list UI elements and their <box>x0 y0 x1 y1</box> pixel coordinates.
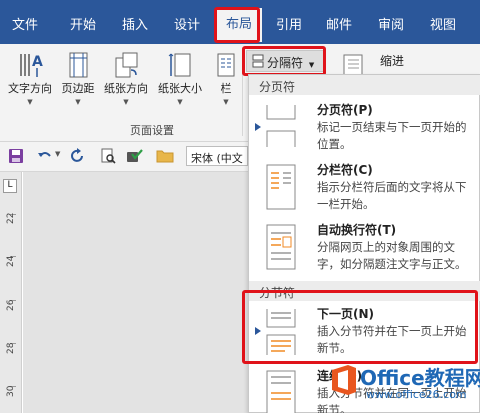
tab-mailings[interactable]: 邮件 <box>326 14 352 33</box>
size-button[interactable]: 纸张大小 ▼ <box>154 50 206 106</box>
tab-home[interactable]: 开始 <box>70 14 96 33</box>
arrow-marker-icon <box>255 327 261 335</box>
vertical-ruler <box>0 172 22 413</box>
section-header-section-breaks: 分节符 <box>249 281 480 301</box>
breaks-button[interactable]: 分隔符 ▼ <box>246 50 324 72</box>
continuous-break-icon <box>266 370 296 413</box>
paper-size-icon <box>168 53 191 77</box>
watermark-url: www.office26.com <box>366 388 467 401</box>
text-wrapping-break-icon <box>266 224 296 270</box>
document-canvas[interactable] <box>23 172 248 413</box>
ruler-tick-label: 22 <box>6 212 16 224</box>
next-page-title: 下一页(N) <box>317 307 375 321</box>
ruler-tick-label: 30 <box>6 385 16 397</box>
tab-design[interactable]: 设计 <box>174 14 200 33</box>
column-break-title: 分栏符(C) <box>317 163 373 177</box>
redo-icon[interactable] <box>70 148 86 164</box>
chevron-down-icon: ▼ <box>308 61 315 69</box>
columns-label: 栏 <box>220 82 232 95</box>
menu-item-next-page[interactable]: 下一页(N) 插入分节符并在下一页上开始新节。 <box>249 305 480 363</box>
tab-view[interactable]: 视图 <box>430 14 456 33</box>
print-preview-icon[interactable] <box>100 148 116 164</box>
text-wrapping-break-desc: 分隔网页上的对象周围的文字，如分隔题注文字与正文。 <box>317 240 467 271</box>
breaks-icon <box>252 54 264 68</box>
spelling-check-icon[interactable] <box>126 148 144 164</box>
save-icon[interactable] <box>8 148 24 164</box>
chevron-down-icon: ▼ <box>223 98 229 106</box>
font-name-box[interactable]: 宋体 (中文 <box>186 146 248 166</box>
group-label-page-setup: 页面设置 <box>130 124 174 137</box>
column-break-icon <box>266 164 296 210</box>
tab-layout[interactable]: 布局 <box>216 8 263 42</box>
quick-access-toolbar: ▼ 宋体 (中文 <box>0 142 248 172</box>
columns-button[interactable]: 栏 ▼ <box>212 50 240 106</box>
margins-label: 页边距 <box>61 82 95 95</box>
columns-icon <box>217 53 235 77</box>
page-break-desc: 标记一页结束与下一页开始的位置。 <box>317 120 467 151</box>
svg-text:A: A <box>32 54 43 70</box>
font-name-value: 宋体 (中文 <box>191 152 243 165</box>
chevron-down-icon: ▼ <box>27 98 33 106</box>
tab-review[interactable]: 审阅 <box>378 14 404 33</box>
section-header-page-breaks: 分页符 <box>249 75 480 95</box>
folder-icon[interactable] <box>156 148 174 164</box>
orientation-label: 纸张方向 <box>104 82 148 95</box>
watermark-brand: Office教程网 <box>360 366 480 390</box>
tab-selector[interactable]: L <box>3 179 17 193</box>
chevron-down-icon[interactable]: ▼ <box>55 150 60 158</box>
column-break-desc: 指示分栏符后面的文字将从下一栏开始。 <box>317 180 467 211</box>
menu-item-column-break[interactable]: 分栏符(C) 指示分栏符后面的文字将从下一栏开始。 <box>249 161 480 217</box>
margins-icon <box>69 52 88 78</box>
menu-item-text-wrapping-break[interactable]: 自动换行符(T) 分隔网页上的对象周围的文字，如分隔题注文字与正文。 <box>249 221 480 277</box>
tab-references[interactable]: 引用 <box>276 14 302 33</box>
chevron-down-icon: ▼ <box>177 98 183 106</box>
tab-insert[interactable]: 插入 <box>122 14 148 33</box>
size-label: 纸张大小 <box>158 82 202 95</box>
indent-label: 缩进 <box>380 54 405 68</box>
text-wrapping-break-title: 自动换行符(T) <box>317 223 397 237</box>
text-direction-label: 文字方向 <box>8 82 52 95</box>
page-break-icon <box>266 105 296 147</box>
ribbon-divider <box>242 50 243 136</box>
margins-button[interactable]: 页边距 ▼ <box>58 50 98 106</box>
next-page-break-icon <box>266 309 296 355</box>
tab-selector-label: L <box>7 180 13 190</box>
arrow-marker-icon <box>255 123 261 131</box>
text-direction-button[interactable]: A 文字方向 ▼ <box>4 50 56 106</box>
breaks-label: 分隔符 <box>267 56 304 70</box>
text-direction-icon: A <box>20 54 43 77</box>
next-page-desc: 插入分节符并在下一页上开始新节。 <box>317 324 467 355</box>
orientation-button[interactable]: 纸张方向 ▼ <box>100 50 152 106</box>
tab-file[interactable]: 文件 <box>12 14 38 33</box>
ruler-tick-label: 26 <box>6 299 16 311</box>
menu-item-page-break[interactable]: 分页符(P) 标记一页结束与下一页开始的位置。 <box>249 101 480 157</box>
page-break-title: 分页符(P) <box>317 103 373 117</box>
undo-icon[interactable] <box>36 148 54 164</box>
chevron-down-icon: ▼ <box>75 98 81 106</box>
orientation-icon <box>115 52 138 78</box>
chevron-down-icon: ▼ <box>123 98 129 106</box>
ruler-tick-label: 28 <box>6 342 16 354</box>
ribbon-tab-bar: 文件 开始 插入 设计 布局 引用 邮件 审阅 视图 <box>0 0 480 44</box>
office-logo-icon <box>332 365 356 395</box>
ruler-tick-label: 24 <box>6 255 16 267</box>
